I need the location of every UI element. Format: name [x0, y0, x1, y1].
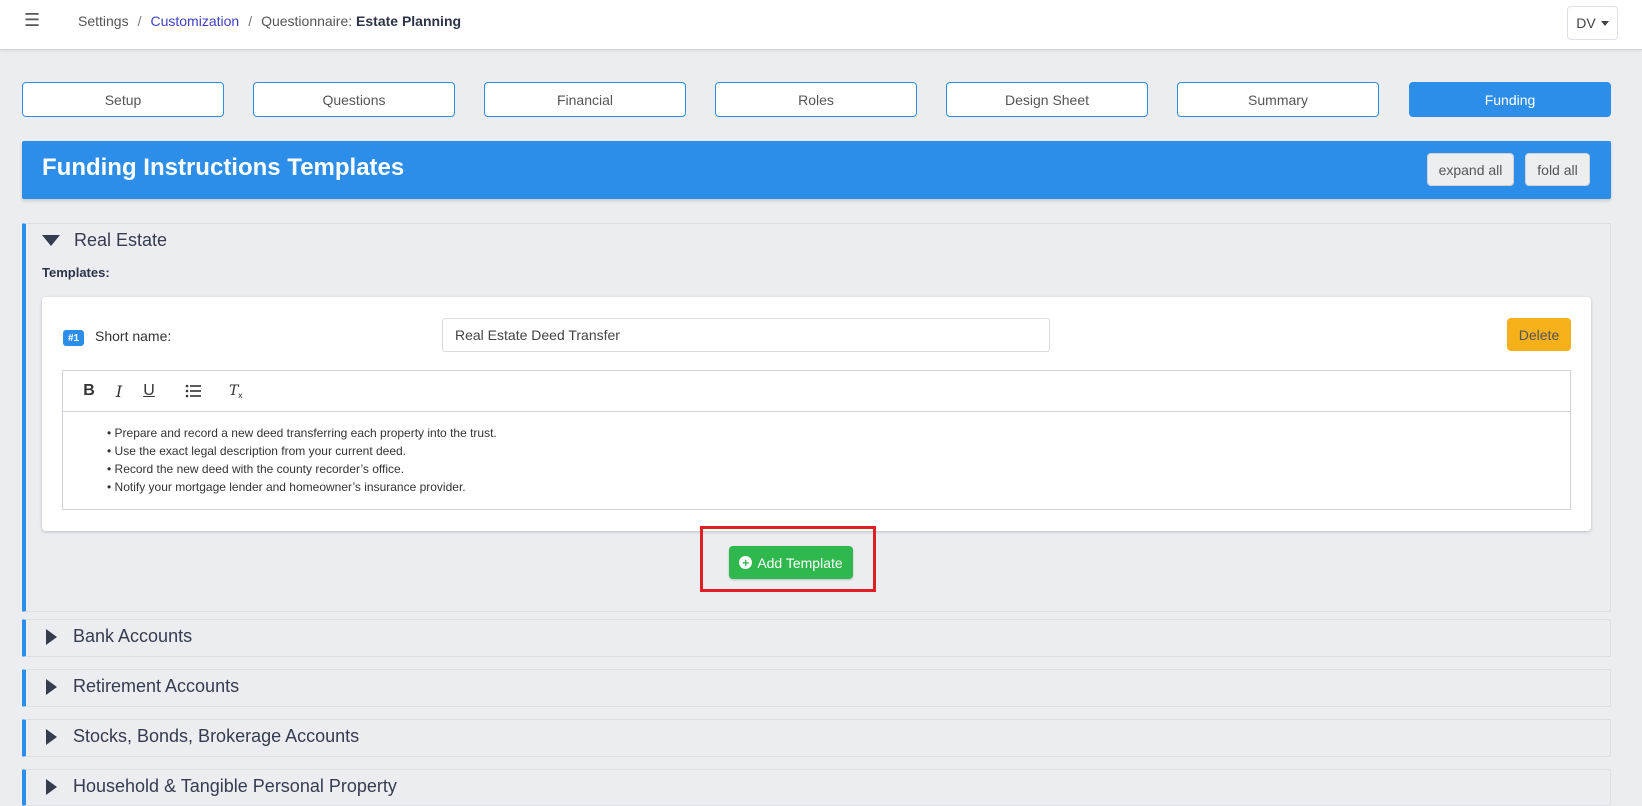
- add-template-button[interactable]: + Add Template: [729, 546, 853, 579]
- top-bar: ☰ Settings / Customization / Questionnai…: [0, 0, 1642, 50]
- section-title: Bank Accounts: [73, 626, 193, 646]
- rich-text-editor: B I U T x • Prepare and record a new dee…: [62, 370, 1571, 510]
- template-card: #1 Short name: Delete B I U T: [42, 297, 1591, 531]
- section-header-household-property[interactable]: Household & Tangible Personal Property: [42, 776, 397, 797]
- breadcrumb: Settings / Customization / Questionnaire…: [78, 13, 461, 29]
- breadcrumb-settings[interactable]: Settings: [78, 13, 129, 29]
- section-household-property: Household & Tangible Personal Property: [22, 769, 1611, 806]
- breadcrumb-customization[interactable]: Customization: [150, 13, 239, 29]
- breadcrumb-prefix: Questionnaire:: [261, 13, 353, 29]
- section-header-retirement-accounts[interactable]: Retirement Accounts: [42, 676, 239, 697]
- menu-icon[interactable]: ☰: [24, 10, 40, 31]
- section-title: Real Estate: [74, 230, 168, 250]
- caret-right-icon: [46, 678, 57, 695]
- section-retirement-accounts: Retirement Accounts: [22, 669, 1611, 707]
- list-icon[interactable]: [179, 377, 207, 405]
- content-line: • Record the new deed with the county re…: [107, 462, 405, 476]
- tab-design-sheet[interactable]: Design Sheet: [946, 82, 1148, 117]
- plus-circle-icon: +: [739, 556, 753, 569]
- tab-roles[interactable]: Roles: [715, 82, 917, 117]
- tab-financial[interactable]: Financial: [484, 82, 686, 117]
- tab-questions[interactable]: Questions: [253, 82, 455, 117]
- caret-right-icon: [46, 628, 57, 645]
- breadcrumb-separator: /: [137, 13, 142, 29]
- tab-summary[interactable]: Summary: [1177, 82, 1379, 117]
- content-line: • Prepare and record a new deed transfer…: [107, 426, 497, 440]
- svg-text:x: x: [238, 391, 243, 399]
- section-title: Household & Tangible Personal Property: [73, 776, 397, 796]
- underline-icon[interactable]: U: [135, 377, 163, 405]
- section-header-stocks-bonds[interactable]: Stocks, Bonds, Brokerage Accounts: [42, 726, 359, 747]
- section-stocks-bonds: Stocks, Bonds, Brokerage Accounts: [22, 719, 1611, 757]
- expand-all-button[interactable]: expand all: [1427, 153, 1514, 186]
- editor-toolbar: B I U T x: [63, 371, 1570, 412]
- caret-down-icon: [42, 235, 60, 246]
- breadcrumb-current: Questionnaire: Estate Planning: [261, 13, 461, 29]
- template-number-badge: #1: [63, 330, 84, 346]
- section-title: Retirement Accounts: [73, 676, 240, 696]
- tab-setup[interactable]: Setup: [22, 82, 224, 117]
- chevron-down-icon: [1600, 20, 1609, 26]
- short-name-input[interactable]: [442, 318, 1050, 352]
- section-title: Stocks, Bonds, Brokerage Accounts: [73, 726, 360, 746]
- section-bank-accounts: Bank Accounts: [22, 619, 1611, 657]
- bold-icon[interactable]: B: [75, 377, 103, 405]
- clear-format-icon[interactable]: T x: [223, 377, 251, 405]
- section-header-real-estate[interactable]: Real Estate: [42, 230, 167, 251]
- tab-bar: Setup Questions Financial Roles Design S…: [22, 82, 1611, 117]
- editor-content[interactable]: • Prepare and record a new deed transfer…: [63, 412, 1570, 496]
- breadcrumb-separator: /: [248, 13, 253, 29]
- breadcrumb-current-name: Estate Planning: [356, 13, 462, 29]
- add-template-label: Add Template: [757, 554, 843, 571]
- content-line: • Notify your mortgage lender and homeow…: [107, 480, 466, 494]
- caret-right-icon: [46, 778, 57, 795]
- user-menu-button[interactable]: DV: [1567, 6, 1618, 40]
- fold-all-button[interactable]: fold all: [1525, 153, 1590, 186]
- page-header-banner: Funding Instructions Templates expand al…: [22, 141, 1611, 199]
- delete-template-button[interactable]: Delete: [1507, 318, 1571, 351]
- page-title: Funding Instructions Templates: [42, 154, 405, 181]
- tab-funding[interactable]: Funding: [1409, 82, 1611, 117]
- add-template-highlight: + Add Template: [700, 526, 876, 592]
- italic-icon[interactable]: I: [105, 377, 133, 405]
- section-header-bank-accounts[interactable]: Bank Accounts: [42, 626, 192, 647]
- content-line: • Use the exact legal description from y…: [107, 444, 407, 458]
- short-name-label: Short name:: [95, 328, 172, 344]
- caret-right-icon: [46, 728, 57, 745]
- templates-label: Templates:: [42, 265, 110, 280]
- user-initials: DV: [1576, 15, 1596, 31]
